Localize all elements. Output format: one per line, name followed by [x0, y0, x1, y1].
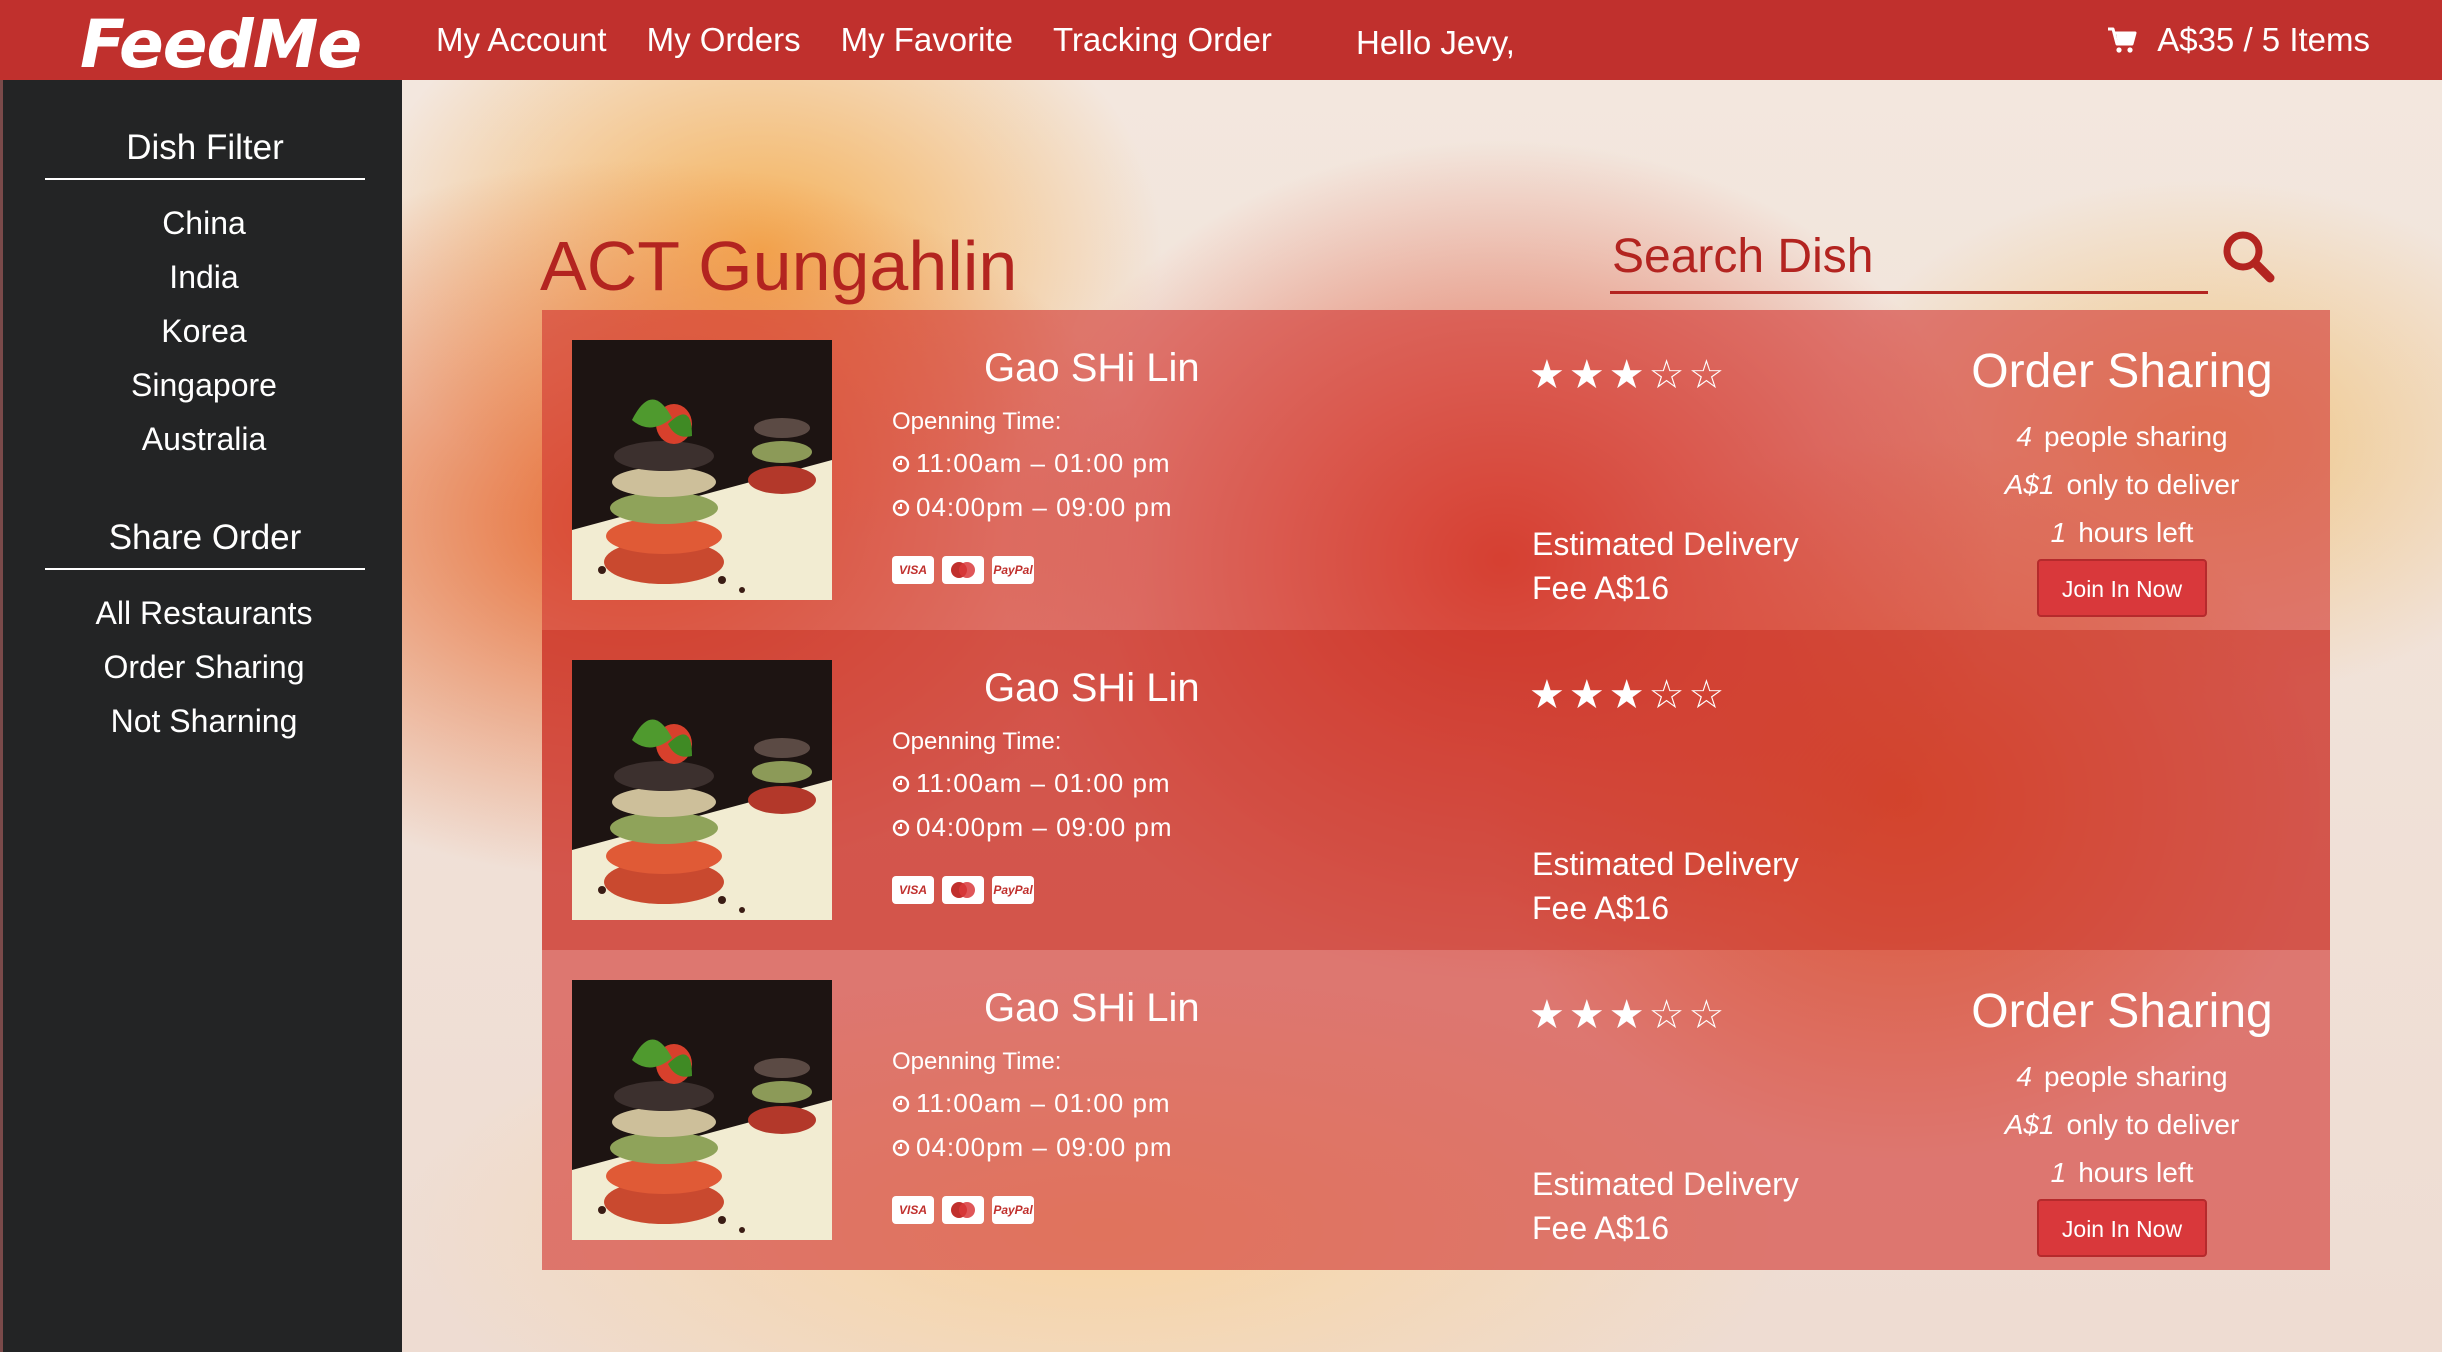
paypal-icon: PayPal [992, 556, 1034, 584]
filter-china[interactable]: China [3, 196, 405, 250]
top-bar: FeedMe My Account My Orders My Favorite … [0, 0, 2442, 83]
delivery-fee-label: Estimated Delivery [1532, 846, 1799, 882]
user-greeting: Hello Jevy, [1356, 24, 1515, 61]
order-sharing-title: Order Sharing [1971, 345, 2273, 398]
delivery-fee: Estimated Delivery Fee A$16 [1532, 1162, 1862, 1250]
share-not-sharing[interactable]: Not Sharning [3, 694, 405, 748]
order-sharing-panel: Order Sharing 4 people sharing A$1 only to… [1932, 344, 2312, 617]
restaurant-list: Gao SHi Lin Openning Time: 11:00am – 01:… [542, 310, 2330, 1270]
deliver-cost: A$1 only to deliver [2004, 469, 2240, 500]
nav-my-favorite[interactable]: My Favorite [841, 21, 1013, 59]
filter-singapore[interactable]: Singapore [3, 358, 405, 412]
filter-australia[interactable]: Australia [3, 412, 405, 466]
search-box [1610, 222, 2208, 294]
search-icon[interactable] [2220, 228, 2276, 284]
nav-tracking-order[interactable]: Tracking Order [1053, 21, 1272, 59]
opening-time-text: 11:00am – 01:00 pm [916, 768, 1171, 798]
opening-time-label: Openning Time: [892, 408, 1062, 435]
delivery-fee-label: Estimated Delivery [1532, 1166, 1799, 1202]
dish-filter-list: China India Korea Singapore Australia [3, 196, 405, 466]
visa-icon: VISA [892, 1196, 934, 1224]
dish-filter-title: Dish Filter [45, 128, 365, 180]
clock-icon [892, 1139, 910, 1156]
mastercard-icon [942, 1196, 984, 1224]
restaurant-card[interactable]: Gao SHi Lin Openning Time: 11:00am – 01:… [542, 310, 2330, 630]
join-in-now-button[interactable]: Join In Now [2037, 1199, 2207, 1257]
opening-time-text: 04:00pm – 09:00 pm [916, 492, 1173, 522]
clock-icon [892, 455, 910, 472]
people-sharing: 4 people sharing [2016, 421, 2228, 452]
opening-time-label: Openning Time: [892, 728, 1062, 755]
share-order-sharing[interactable]: Order Sharing [3, 640, 405, 694]
cart-total: A$35 / 5 Items [2157, 21, 2370, 58]
mastercard-icon [942, 556, 984, 584]
opening-time-text: 04:00pm – 09:00 pm [916, 812, 1173, 842]
opening-time-text: 11:00am – 01:00 pm [916, 448, 1171, 478]
rating-stars: ★★★☆☆ [1529, 673, 1729, 717]
delivery-fee: Estimated Delivery Fee A$16 [1532, 842, 1862, 930]
clock-icon [892, 775, 910, 792]
clock-icon [892, 499, 910, 516]
opening-time-slot: 11:00am – 01:00 pm [892, 1088, 1171, 1119]
hours-left: 1 hours left [2050, 517, 2194, 548]
share-order-title: Share Order [45, 518, 365, 570]
logo[interactable]: FeedMe [80, 6, 362, 83]
order-sharing-panel: Order Sharing 4 people sharing A$1 only to… [1932, 984, 2312, 1257]
restaurant-card[interactable]: Gao SHi Lin Openning Time: 11:00am – 01:… [542, 630, 2330, 950]
delivery-fee-value: Fee A$16 [1532, 890, 1669, 926]
sidebar: Dish Filter China India Korea Singapore … [0, 80, 402, 1352]
delivery-fee-value: Fee A$16 [1532, 1210, 1669, 1246]
location-title: ACT Gungahlin [540, 227, 1018, 305]
deliver-cost: A$1 only to deliver [2004, 1109, 2240, 1140]
nav-my-orders[interactable]: My Orders [647, 21, 801, 59]
opening-time-slot: 04:00pm – 09:00 pm [892, 492, 1173, 523]
restaurant-card[interactable]: Gao SHi Lin Openning Time: 11:00am – 01:… [542, 950, 2330, 1270]
rating-stars: ★★★☆☆ [1529, 353, 1729, 397]
dish-image[interactable] [572, 660, 832, 920]
payment-methods: VISA PayPal [892, 556, 1042, 584]
paypal-icon: PayPal [992, 1196, 1034, 1224]
delivery-fee: Estimated Delivery Fee A$16 [1532, 522, 1862, 610]
share-all-restaurants[interactable]: All Restaurants [3, 586, 405, 640]
opening-time-text: 11:00am – 01:00 pm [916, 1088, 1171, 1118]
hours-left: 1 hours left [2050, 1157, 2194, 1188]
opening-time-label: Openning Time: [892, 1048, 1062, 1075]
dish-image[interactable] [572, 340, 832, 600]
cart-summary[interactable]: A$35 / 5 Items [2107, 0, 2370, 80]
clock-icon [892, 1095, 910, 1112]
delivery-fee-value: Fee A$16 [1532, 570, 1669, 606]
share-order-list: All Restaurants Order Sharing Not Sharni… [3, 586, 405, 748]
payment-methods: VISA PayPal [892, 1196, 1042, 1224]
opening-time-text: 04:00pm – 09:00 pm [916, 1132, 1173, 1162]
people-sharing: 4 people sharing [2016, 1061, 2228, 1092]
restaurant-name[interactable]: Gao SHi Lin [984, 346, 1200, 391]
nav-my-account[interactable]: My Account [436, 21, 607, 59]
paypal-icon: PayPal [992, 876, 1034, 904]
cart-icon [2108, 27, 2137, 53]
opening-time-slot: 04:00pm – 09:00 pm [892, 812, 1173, 843]
join-in-now-button[interactable]: Join In Now [2037, 559, 2207, 617]
opening-time-slot: 11:00am – 01:00 pm [892, 768, 1171, 799]
rating-stars: ★★★☆☆ [1529, 993, 1729, 1037]
search-input[interactable] [1610, 222, 2208, 290]
restaurant-name[interactable]: Gao SHi Lin [984, 986, 1200, 1031]
mastercard-icon [942, 876, 984, 904]
opening-time-slot: 11:00am – 01:00 pm [892, 448, 1171, 479]
opening-time-slot: 04:00pm – 09:00 pm [892, 1132, 1173, 1163]
order-sharing-title: Order Sharing [1971, 985, 2273, 1038]
payment-methods: VISA PayPal [892, 876, 1042, 904]
delivery-fee-label: Estimated Delivery [1532, 526, 1799, 562]
restaurant-name[interactable]: Gao SHi Lin [984, 666, 1200, 711]
clock-icon [892, 819, 910, 836]
filter-india[interactable]: India [3, 250, 405, 304]
dish-image[interactable] [572, 980, 832, 1240]
filter-korea[interactable]: Korea [3, 304, 405, 358]
main-nav: My Account My Orders My Favorite Trackin… [436, 0, 1312, 80]
visa-icon: VISA [892, 556, 934, 584]
visa-icon: VISA [892, 876, 934, 904]
